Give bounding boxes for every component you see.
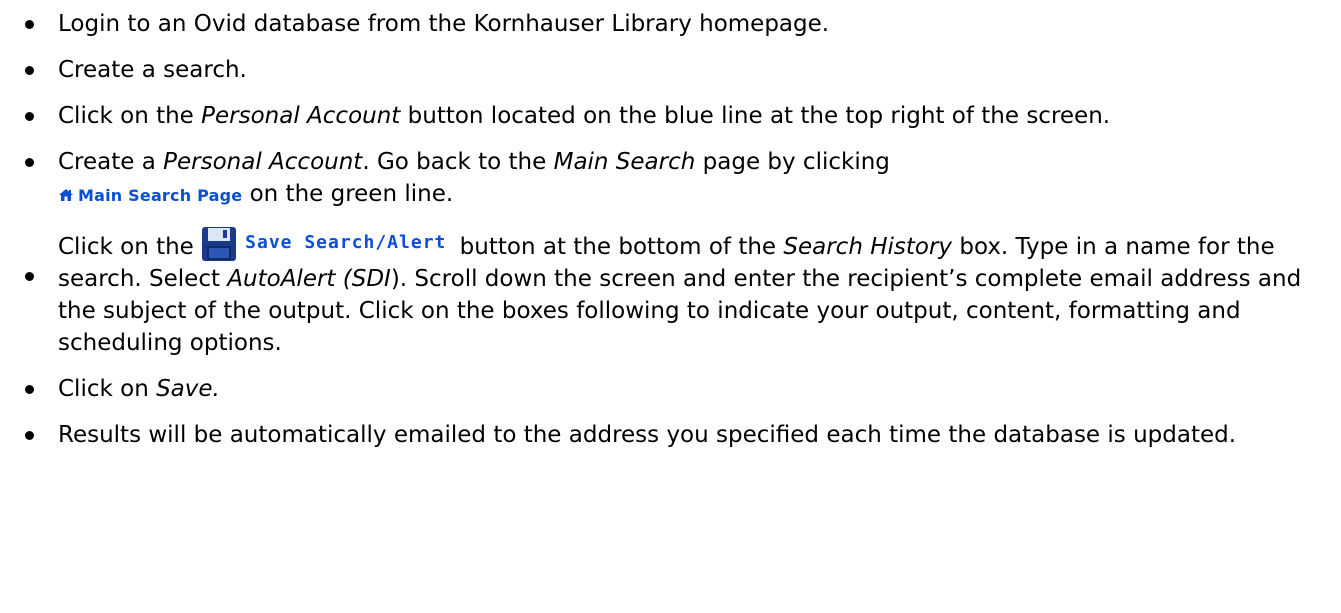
- step-text: button located on the blue line at the t…: [400, 103, 1111, 129]
- step-text: Click on the: [58, 234, 202, 260]
- bullet: [25, 112, 34, 121]
- step-emphasis: Personal Account: [163, 149, 363, 175]
- bullet: [25, 272, 34, 281]
- step-emphasis: Personal Account: [201, 103, 401, 129]
- step-text: Create a: [58, 149, 164, 175]
- list-item: Click on the Save Search/Alert button at…: [0, 226, 1311, 359]
- bullet: [25, 158, 34, 167]
- step-emphasis: AutoAlert (SDI: [227, 266, 391, 292]
- step-text: Login to an Ovid database from the Kornh…: [58, 11, 830, 37]
- main-search-page-label: Main Search Page: [78, 186, 243, 205]
- bullet: [25, 385, 34, 394]
- step-text: Click on: [58, 376, 157, 402]
- step-text: page by clicking: [695, 149, 890, 175]
- bullet: [25, 20, 34, 29]
- floppy-disk-icon: [202, 227, 237, 261]
- step-text: button at the bottom of the: [452, 234, 784, 260]
- bullet: [25, 431, 34, 440]
- step-text: on the green line.: [242, 181, 454, 207]
- step-emphasis: Main Search: [553, 149, 696, 175]
- step-text: Create a search.: [58, 57, 247, 83]
- list-item: Results will be automatically emailed to…: [0, 419, 1311, 451]
- step-emphasis: Search History: [783, 234, 953, 260]
- instruction-list: Login to an Ovid database from the Kornh…: [0, 8, 1311, 451]
- list-item: Click on the Personal Account button loc…: [0, 100, 1311, 132]
- step-text: Click on the: [58, 103, 202, 129]
- save-search-alert-label: Save Search/Alert: [245, 232, 447, 253]
- step-text: . Go back to the: [362, 149, 554, 175]
- list-item: Click on Save.: [0, 373, 1311, 405]
- step-emphasis: Save.: [156, 376, 220, 402]
- save-search-alert-button-image: Save Search/Alert: [201, 227, 452, 261]
- home-icon: [59, 189, 73, 201]
- list-item: Create a search.: [0, 54, 1311, 86]
- step-text: Results will be automatically emailed to…: [58, 422, 1237, 448]
- main-search-page-button-image: Main Search Page: [58, 180, 242, 212]
- document-page: Login to an Ovid database from the Kornh…: [0, 0, 1341, 613]
- list-item: Create a Personal Account. Go back to th…: [0, 146, 1311, 212]
- bullet: [25, 66, 34, 75]
- list-item: Login to an Ovid database from the Kornh…: [0, 8, 1311, 40]
